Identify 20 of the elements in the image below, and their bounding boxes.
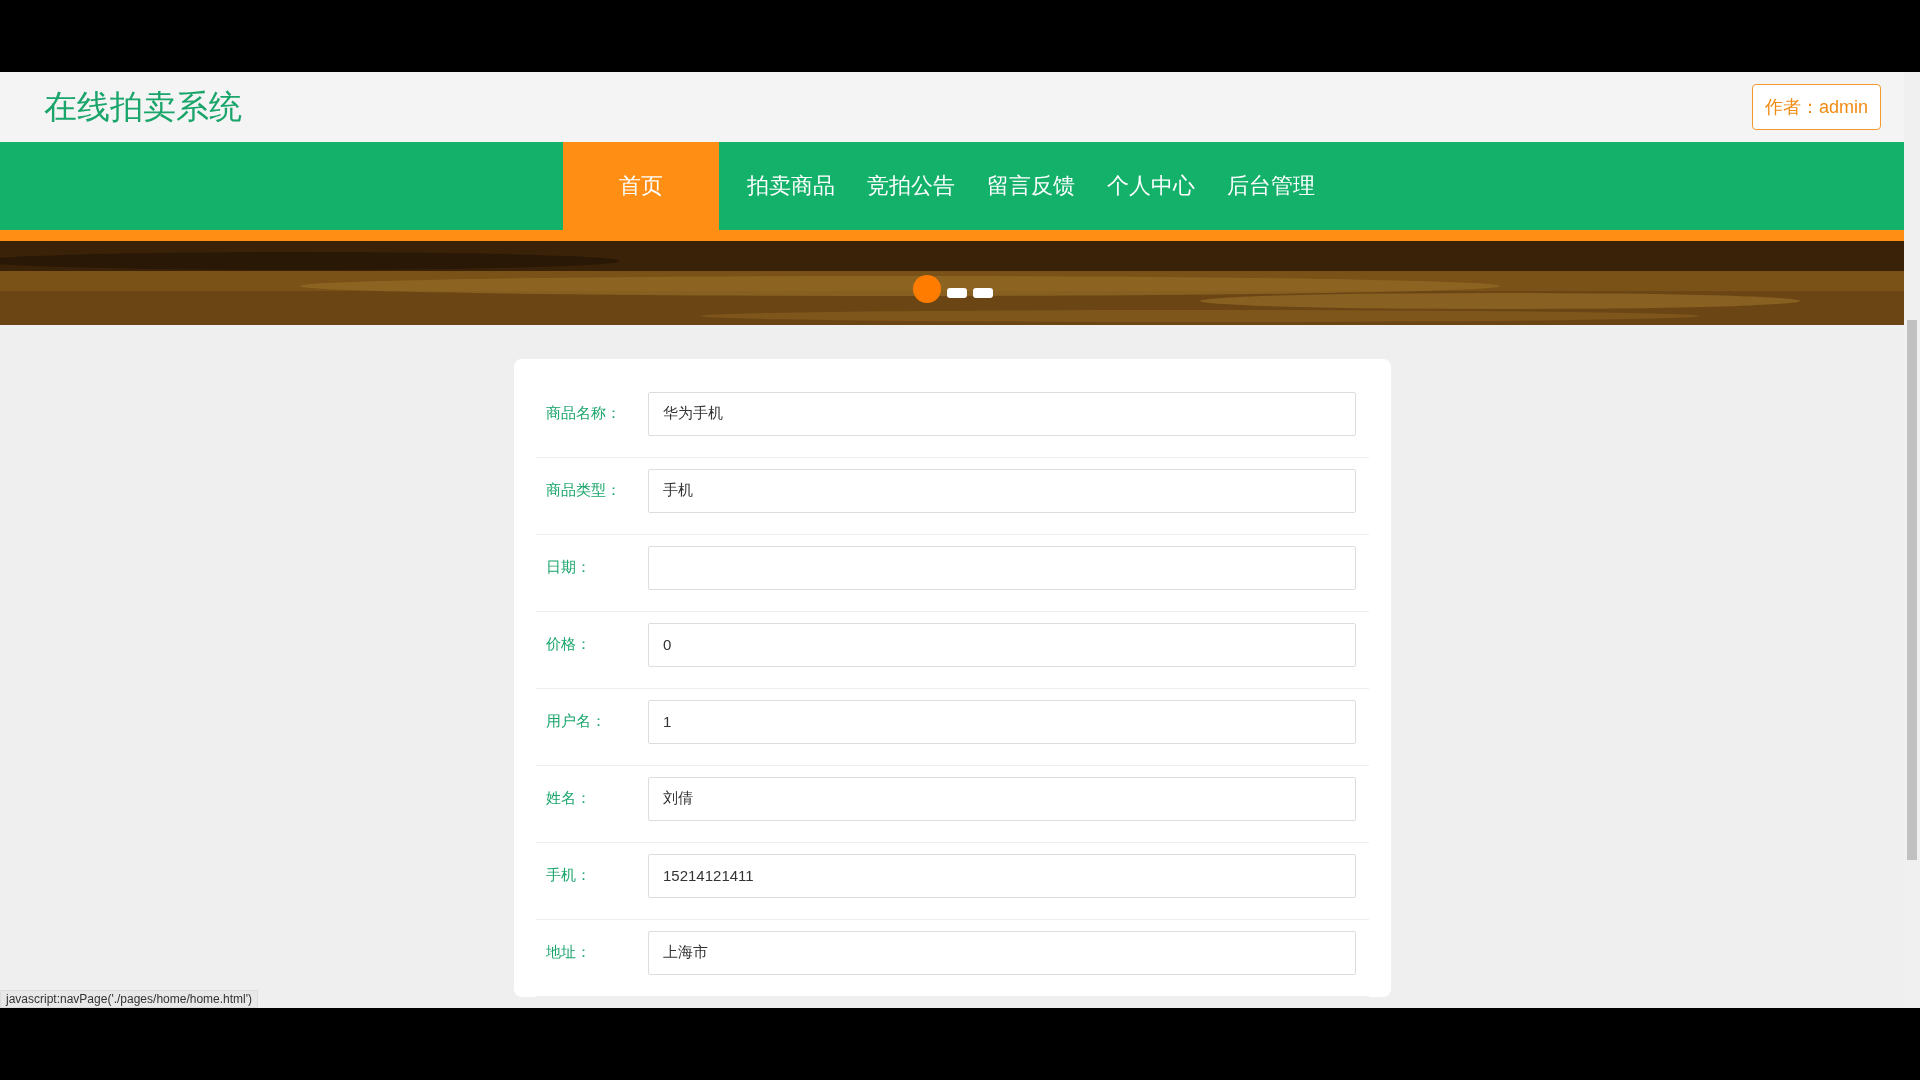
field-label: 用户名： (545, 712, 607, 731)
site-title: 在线拍卖系统 (44, 86, 242, 127)
scroll-thumb[interactable] (1907, 320, 1917, 860)
status-url: javascript:navPage('./pages/home/home.html') (0, 990, 259, 1008)
field-label: 商品类型： (545, 481, 622, 500)
input-field[interactable]: 手机 (648, 468, 1356, 513)
field-label: 商品名称： (545, 404, 622, 423)
input-field[interactable] (648, 545, 1356, 590)
field-label: 姓名： (545, 789, 592, 808)
field-label: 日期： (545, 558, 592, 577)
input-field[interactable]: 0 (648, 622, 1356, 667)
input-field[interactable]: 华为手机 (648, 391, 1356, 436)
input-field[interactable]: 1 (648, 699, 1356, 744)
field-label: 手机： (545, 866, 592, 885)
input-field[interactable]: 上海市 (648, 930, 1356, 975)
input-field[interactable]: 15214121411 (648, 853, 1356, 898)
field-label: 价格： (545, 635, 592, 654)
input-field[interactable]: 刘倩 (648, 776, 1356, 821)
scrollbar[interactable] (1904, 72, 1920, 1008)
field-label: 地址： (545, 943, 592, 962)
